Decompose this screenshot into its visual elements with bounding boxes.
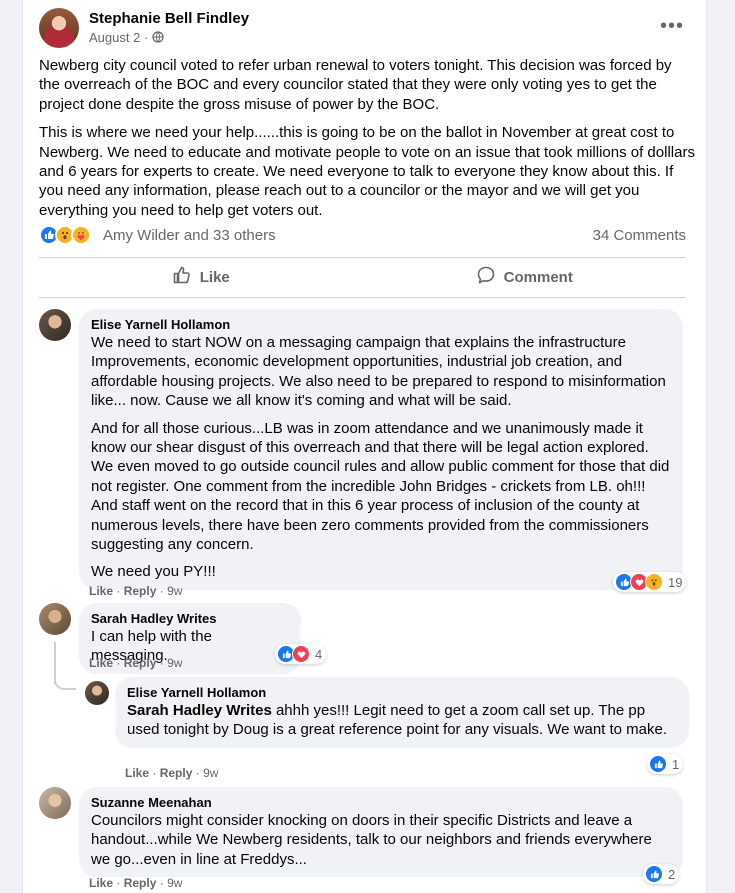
love-icon (292, 645, 310, 663)
comment-actions: Like · Reply · 9w (89, 656, 182, 670)
post-paragraph: This is where we need your help......thi… (39, 124, 695, 219)
commenter-name[interactable]: Suzanne Meenahan (91, 795, 671, 811)
comment-text: We need to start NOW on a messaging camp… (91, 333, 671, 582)
more-options-icon[interactable]: ••• (654, 14, 690, 50)
reaction-count: 2 (668, 866, 676, 882)
comment-text: Sarah Hadley Writes ahhh yes!!! Legit ne… (127, 701, 677, 740)
comment-reactions[interactable]: 2 (643, 864, 680, 884)
comment-reactions[interactable]: 1 (647, 754, 684, 774)
thread-line (54, 676, 76, 690)
reply-comment: Elise Yarnell Hollamon Sarah Hadley Writ… (85, 677, 705, 782)
divider (39, 297, 686, 298)
comment-bubble: Elise Yarnell Hollamon We need to start … (79, 309, 683, 590)
post-header: Stephanie Bell Findley August 2 · ••• (39, 8, 690, 54)
like-button[interactable]: Like (39, 258, 363, 296)
commenter-name[interactable]: Elise Yarnell Hollamon (127, 685, 677, 701)
comment-actions: Like · Reply · 9w (89, 876, 182, 890)
separator: · (159, 584, 168, 598)
post-date[interactable]: August 2 (89, 30, 140, 45)
reaction-summary: Amy Wilder and 33 others 34 Comments (39, 224, 686, 248)
separator: · (152, 766, 160, 780)
author-name[interactable]: Stephanie Bell Findley (89, 10, 249, 27)
commenter-name[interactable]: Sarah Hadley Writes (91, 611, 289, 627)
commenter-avatar[interactable] (39, 603, 71, 635)
post-card: Stephanie Bell Findley August 2 · ••• Ne… (22, 0, 707, 893)
comment-reply-link[interactable]: Reply (124, 656, 157, 670)
care-icon (71, 225, 91, 245)
comment-bubble: Suzanne Meenahan Councilors might consid… (79, 787, 683, 878)
like-button-label: Like (199, 268, 230, 286)
comment-like-link[interactable]: Like (89, 656, 113, 670)
comment-like-link[interactable]: Like (89, 876, 113, 890)
reaction-count: 1 (672, 756, 680, 772)
separator: · (116, 656, 124, 670)
comment-text: Councilors might consider knocking on do… (91, 812, 652, 868)
mention-link[interactable]: Sarah Hadley Writes (127, 702, 272, 719)
comment-time[interactable]: 9w (203, 766, 218, 780)
comment-time[interactable]: 9w (167, 584, 182, 598)
thumbs-up-icon (172, 265, 192, 289)
separator: · (159, 656, 168, 670)
commenter-avatar[interactable] (85, 681, 109, 705)
comment: Elise Yarnell Hollamon We need to start … (39, 309, 699, 599)
separator: · (159, 876, 168, 890)
like-icon (649, 755, 667, 773)
comment-like-link[interactable]: Like (89, 584, 113, 598)
comment-paragraph: We need to start NOW on a messaging camp… (91, 334, 666, 410)
reactors-text[interactable]: Amy Wilder and 33 others (103, 227, 276, 244)
comments-count[interactable]: 34 Comments (593, 227, 686, 244)
comment-actions: Like · Reply · 9w (89, 584, 182, 598)
comment-bubble-icon (476, 265, 496, 289)
commenter-avatar[interactable] (39, 309, 71, 341)
post-body: Newberg city council voted to refer urba… (39, 56, 695, 229)
comment-time[interactable]: 9w (167, 656, 182, 670)
author-avatar[interactable] (39, 8, 79, 48)
meta-separator: · (143, 30, 152, 45)
comment: Suzanne Meenahan Councilors might consid… (39, 787, 699, 893)
commenter-name[interactable]: Elise Yarnell Hollamon (91, 317, 671, 333)
wow-icon (645, 573, 663, 591)
comment-reactions[interactable]: 19 (613, 572, 687, 592)
comment-button[interactable]: Comment (363, 258, 687, 296)
reaction-count: 19 (668, 574, 683, 590)
post-meta: August 2 · (89, 30, 164, 45)
comment-actions: Like · Reply · 9w (125, 766, 218, 780)
comment-reactions[interactable]: 4 (275, 644, 327, 664)
comment-reply-link[interactable]: Reply (124, 876, 157, 890)
comment-reply-link[interactable]: Reply (160, 766, 193, 780)
comment-button-label: Comment (503, 268, 573, 286)
reaction-count: 4 (315, 646, 323, 662)
comment-paragraph: We need you PY!!! (91, 563, 216, 581)
separator: · (116, 876, 124, 890)
commenter-avatar[interactable] (39, 787, 71, 819)
post-paragraph: Newberg city council voted to refer urba… (39, 57, 672, 113)
like-icon (645, 865, 663, 883)
globe-icon (152, 30, 164, 45)
comment-reply-link[interactable]: Reply (124, 584, 157, 598)
post-actions: Like Comment (39, 258, 686, 296)
comment-bubble: Elise Yarnell Hollamon Sarah Hadley Writ… (115, 677, 689, 748)
comment-time[interactable]: 9w (167, 876, 182, 890)
comment-like-link[interactable]: Like (125, 766, 149, 780)
reaction-icons[interactable] (39, 225, 91, 245)
separator: · (116, 584, 124, 598)
comment-paragraph: And for all those curious...LB was in zo… (91, 419, 670, 554)
comment: Sarah Hadley Writes I can help with the … (39, 603, 699, 674)
separator: · (195, 766, 204, 780)
